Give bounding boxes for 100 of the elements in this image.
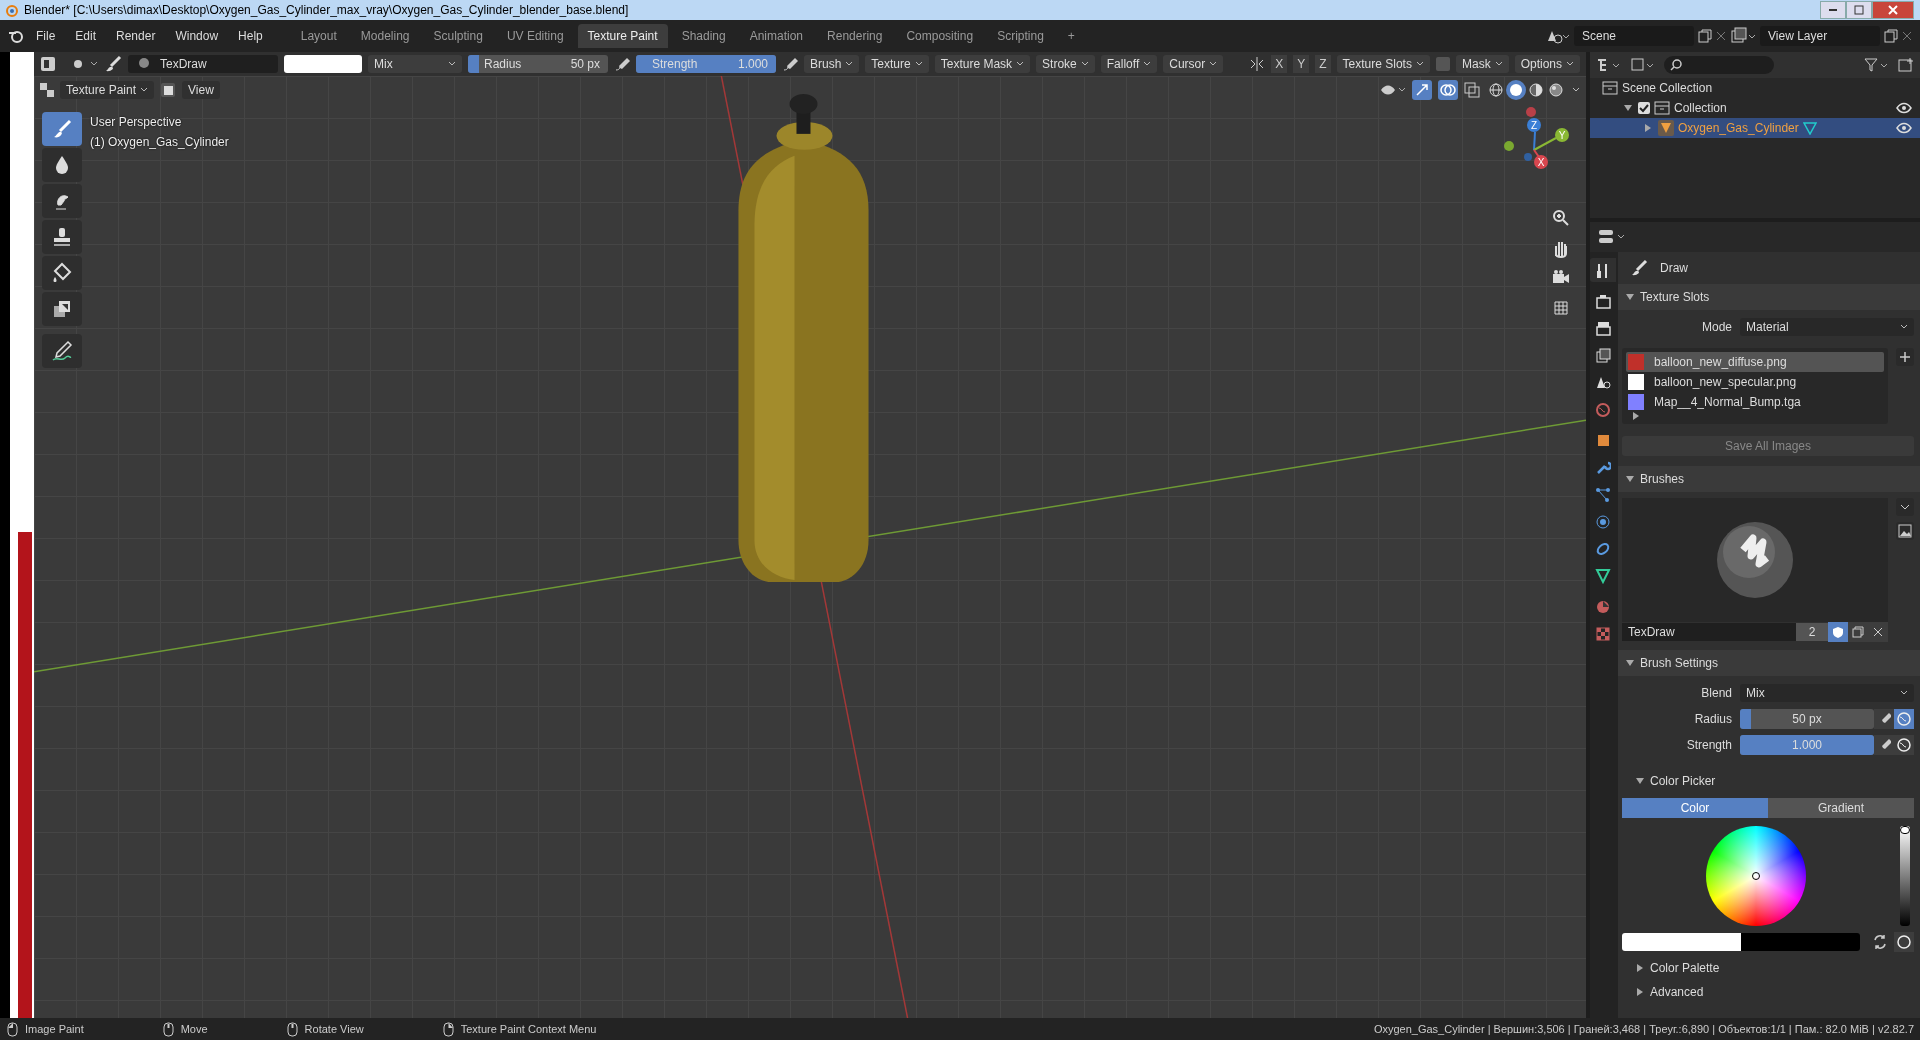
panel-header[interactable]: Brushes [1618,466,1920,492]
workspace-tab[interactable]: + [1057,24,1085,48]
color-swatch[interactable] [1622,933,1861,951]
mask-checkbox[interactable] [1435,57,1450,71]
axis-handle[interactable]: X [1534,155,1548,169]
close-icon[interactable] [1716,31,1726,41]
outliner-row[interactable]: Collection [1590,98,1920,118]
header-menu[interactable]: Texture Mask [934,55,1031,73]
brush-preview[interactable] [1622,498,1888,622]
menu-item[interactable]: Help [230,26,271,46]
texture-slot[interactable]: Map__4_Normal_Bump.tga [1626,392,1884,412]
outliner-row[interactable]: Oxygen_Gas_Cylinder [1590,118,1920,138]
user-count[interactable]: 2 [1796,623,1828,641]
texture-slot[interactable]: balloon_new_diffuse.png [1626,352,1884,372]
slider-thumb[interactable] [1900,826,1910,834]
outliner-row[interactable]: Scene Collection [1590,78,1920,98]
workspace-tab[interactable]: UV Editing [496,24,574,48]
axis-toggle[interactable]: Z [1315,55,1331,73]
menu-item[interactable]: File [28,26,64,46]
triangle-right-icon[interactable] [1644,124,1652,132]
menu-item[interactable]: Render [108,26,164,46]
header-menu[interactable]: Options [1514,55,1580,73]
menu-item[interactable]: Edit [67,26,105,46]
pressure-button[interactable] [1874,735,1894,755]
mode-dropdown[interactable]: Material [1740,318,1914,336]
color-swatch[interactable] [284,55,362,73]
duplicate-button[interactable] [1848,622,1868,642]
grid-icon[interactable] [1551,298,1571,318]
checkbox[interactable] [1638,102,1650,114]
close-button[interactable] [1872,1,1914,19]
panel-header[interactable]: Texture Slots [1618,284,1920,310]
new-collection-icon[interactable] [1898,57,1914,73]
brush-menu-button[interactable] [1896,498,1914,516]
axis-toggle[interactable]: Y [1293,55,1310,73]
workspace-tab[interactable]: Shading [671,24,736,48]
panel-header[interactable]: Color Picker [1618,768,1920,794]
workspace-tab[interactable]: Rendering [817,24,893,48]
header-menu[interactable]: Cursor [1163,55,1224,73]
shading-button[interactable] [1526,80,1546,100]
texture-slot[interactable]: balloon_new_specular.png [1626,372,1884,392]
header-menu[interactable]: Texture [865,55,929,73]
shading-button[interactable] [1546,80,1566,100]
copy-icon[interactable] [1698,29,1712,43]
workspace-tab[interactable]: Modeling [350,24,420,48]
tool-button[interactable] [42,148,82,182]
overlay-toggle-icon[interactable] [1438,80,1458,100]
tool-button[interactable] [42,334,82,368]
item-label[interactable]: Scene Collection [1622,81,1713,95]
minimize-button[interactable] [1820,1,1846,19]
pen-pressure-icon[interactable] [782,56,798,72]
header-menu[interactable]: Stroke [1036,55,1095,73]
blend-dropdown[interactable]: Mix [1740,684,1914,702]
swap-icon[interactable] [1872,934,1889,950]
item-label[interactable]: Collection [1674,101,1727,115]
close-icon[interactable] [1902,31,1912,41]
header-menu[interactable]: Texture Slots [1336,55,1430,73]
view-menu[interactable]: View [182,81,220,99]
value-slider[interactable] [1900,826,1910,926]
paintbrush-icon[interactable] [104,55,122,73]
radius-slider[interactable]: Radius 50 px [468,55,608,73]
workspace-tab[interactable]: Animation [739,24,814,48]
mirror-icon[interactable] [1249,56,1266,72]
item-label[interactable]: Oxygen_Gas_Cylinder [1678,121,1799,135]
axis-handle[interactable]: Z [1527,118,1541,132]
display-mode-icon[interactable] [1630,57,1656,73]
fake-user-button[interactable] [1828,622,1848,642]
workspace-tab[interactable]: Compositing [896,24,984,48]
image-button[interactable] [1896,522,1914,540]
axis-dot[interactable] [1504,141,1514,151]
scene-field[interactable]: Scene [1574,26,1694,46]
tool-button[interactable] [42,184,82,218]
properties-tab[interactable] [1590,258,1616,282]
copy-icon[interactable] [1884,29,1898,43]
workspace-tab[interactable]: Scripting [987,24,1054,48]
header-menu[interactable]: Brush [804,55,860,73]
eye-icon[interactable] [1896,102,1912,114]
header-menu[interactable]: Falloff [1100,55,1158,73]
axis-toggle[interactable]: X [1271,55,1288,73]
eye-icon[interactable] [1896,122,1912,134]
tool-button[interactable] [42,292,82,326]
panel-header[interactable]: Advanced [1618,980,1920,1004]
workspace-tab[interactable]: Sculpting [423,24,493,48]
unified-setting-button[interactable] [1894,932,1914,952]
shading-button[interactable] [1506,80,1526,100]
mode-dropdown[interactable]: Texture Paint [60,81,155,99]
gizmo-toggle-icon[interactable] [1412,80,1432,100]
unlink-button[interactable] [1868,622,1888,642]
triangle-down-icon[interactable] [1624,104,1632,112]
zoom-icon[interactable] [1551,208,1571,228]
brush-name-field[interactable]: TexDraw [128,55,278,73]
navigation-gizmo[interactable]: Z Y X [1484,100,1584,180]
3d-viewport[interactable]: Texture Paint View User Perspective (1) Oxygen_Gas_Cylinder Z Y X [34,76,1586,1018]
workspace-tab[interactable]: Layout [290,24,347,48]
search-field[interactable] [1664,56,1774,74]
pen-pressure-icon[interactable] [614,56,630,72]
tool-button[interactable] [42,220,82,254]
radius-slider[interactable]: 50 px [1740,709,1874,729]
brush-name-field[interactable]: TexDraw [1622,623,1796,641]
pressure-button[interactable] [1874,709,1894,729]
xray-toggle-icon[interactable] [1464,82,1480,98]
